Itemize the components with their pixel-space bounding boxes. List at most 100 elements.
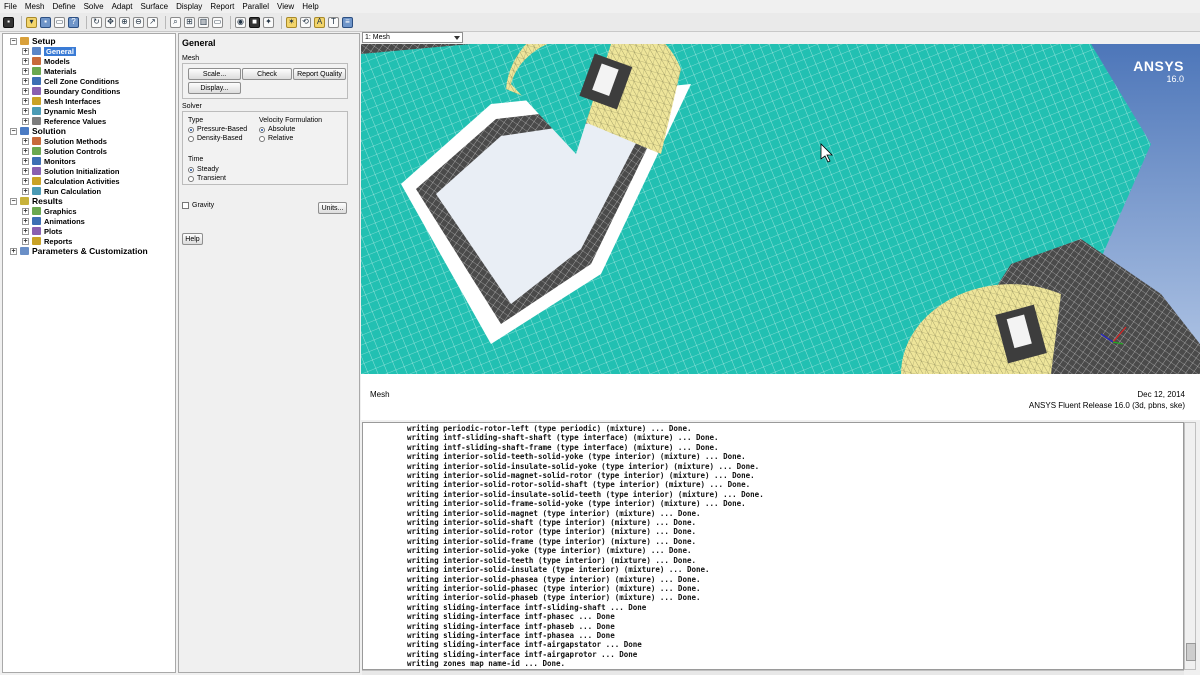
console-vertical-scrollbar[interactable] [1184,422,1196,670]
pressure-based-radio[interactable]: Pressure-Based [188,126,247,133]
open-folder-icon[interactable]: ▾ [26,16,37,28]
tree-item-plots[interactable]: + Plots [3,226,175,236]
highlight-icon[interactable]: ✶ [286,16,297,28]
help-icon[interactable]: ? [68,16,79,28]
console-output[interactable]: writing periodic-rotor-left (type period… [362,422,1184,670]
tree-item-solution-initialization[interactable]: + Solution Initialization [3,166,175,176]
scrollbar-thumb[interactable] [1186,643,1196,661]
tree-section-results[interactable]: − Results [3,196,175,206]
collapse-icon[interactable]: − [10,197,17,205]
expand-icon[interactable]: + [22,97,29,105]
rotate-icon[interactable]: ↻ [91,16,102,28]
menu-surface[interactable]: Surface [141,2,169,11]
transient-radio[interactable]: Transient [188,175,226,182]
zoom-box-icon[interactable]: ⊕ [119,16,130,28]
pan-icon[interactable]: ✥ [105,16,116,28]
collapse-icon[interactable]: − [10,37,17,45]
camera-icon[interactable]: ◉ [235,16,246,28]
expand-icon[interactable]: + [22,107,29,115]
graphics-window-select[interactable]: 1: Mesh [362,32,463,43]
tree-item-monitors[interactable]: + Monitors [3,156,175,166]
expand-icon[interactable]: + [22,237,29,245]
annotate-icon[interactable]: T [328,16,339,28]
expand-icon[interactable]: + [22,227,29,235]
tree-item-models[interactable]: + Models [3,56,175,66]
steady-radio[interactable]: Steady [188,166,219,173]
layout-icon[interactable]: ▥ [198,16,209,28]
tree-item-icon [32,167,41,175]
tree-item-mesh-interfaces[interactable]: + Mesh Interfaces [3,96,175,106]
collapse-icon[interactable]: − [10,127,17,135]
console-horizontal-scrollbar[interactable] [362,670,1184,675]
absolute-radio[interactable]: Absolute [259,126,295,133]
menu-solve[interactable]: Solve [84,2,104,11]
tree-item-icon [32,217,41,225]
display-color-icon[interactable]: ■ [249,16,260,28]
expand-icon[interactable]: + [22,177,29,185]
expand-icon[interactable]: + [22,167,29,175]
relative-radio[interactable]: Relative [259,135,293,142]
check-button[interactable]: Check [242,68,292,80]
tree-section-parameters-customization[interactable]: + Parameters & Customization [3,246,175,256]
tree-item-general[interactable]: + General [3,46,175,56]
expand-icon[interactable]: + [22,67,29,75]
menu-adapt[interactable]: Adapt [112,2,133,11]
menu-mesh[interactable]: Mesh [25,2,45,11]
expand-icon[interactable]: + [10,247,17,255]
fit-to-window-icon[interactable]: ⌕ [170,16,181,28]
graphics-window-select-value: 1: Mesh [365,34,390,41]
lights-icon[interactable]: ✦ [263,16,274,28]
tree-item-animations[interactable]: + Animations [3,216,175,226]
tree-item-run-calculation[interactable]: + Run Calculation [3,186,175,196]
expand-icon[interactable]: + [22,137,29,145]
tree-item-cell-zone-conditions[interactable]: + Cell Zone Conditions [3,76,175,86]
menu-define[interactable]: Define [52,2,75,11]
tree-item-solution-methods[interactable]: + Solution Methods [3,136,175,146]
menu-report[interactable]: Report [210,2,234,11]
menu-help[interactable]: Help [302,2,318,11]
tree-section-solution[interactable]: − Solution [3,126,175,136]
menu-view[interactable]: View [277,2,294,11]
menu-parallel[interactable]: Parallel [242,2,269,11]
grid-icon[interactable]: ≡ [342,16,353,28]
units-button[interactable]: Units... [318,202,347,214]
view-select-icon[interactable]: ▭ [212,16,223,28]
expand-icon[interactable]: + [22,117,29,125]
menu-file[interactable]: File [4,2,17,11]
expand-icon[interactable]: + [22,47,29,55]
expand-icon[interactable]: + [22,87,29,95]
scale-button[interactable]: Scale... [188,68,241,80]
save-icon[interactable]: ▪ [40,16,51,28]
expand-icon[interactable]: + [22,57,29,65]
expand-icon[interactable]: + [22,77,29,85]
zoom-to-area-icon[interactable]: ⊞ [184,16,195,28]
expand-icon[interactable]: + [22,147,29,155]
expand-icon[interactable]: + [22,217,29,225]
refresh-icon[interactable]: ⟲ [300,16,311,28]
help-button[interactable]: Help [182,233,203,245]
tree-item-solution-controls[interactable]: + Solution Controls [3,146,175,156]
expand-icon[interactable]: + [22,187,29,195]
menu-display[interactable]: Display [176,2,202,11]
tree-item-graphics[interactable]: + Graphics [3,206,175,216]
tree-item-label: Plots [44,226,63,236]
tree-item-dynamic-mesh[interactable]: + Dynamic Mesh [3,106,175,116]
tree-item-calculation-activities[interactable]: + Calculation Activities [3,176,175,186]
tree-item-reports[interactable]: + Reports [3,236,175,246]
graphics-viewport[interactable]: ANSYS 16.0 [361,44,1200,374]
gravity-checkbox[interactable]: Gravity [182,202,214,209]
probe-icon[interactable]: ↗ [147,16,158,28]
report-quality-button[interactable]: Report Quality [293,68,346,80]
tree-item-materials[interactable]: + Materials [3,66,175,76]
tree-section-setup[interactable]: − Setup [3,36,175,46]
display-button[interactable]: Display... [188,82,241,94]
zoom-icon[interactable]: ⊖ [133,16,144,28]
expand-icon[interactable]: + [22,207,29,215]
panel-toggle-icon[interactable]: ▪ [3,16,14,28]
expand-icon[interactable]: + [22,157,29,165]
axes-icon[interactable]: A [314,16,325,28]
density-based-radio[interactable]: Density-Based [188,135,243,142]
print-icon[interactable]: ▭ [54,16,65,28]
tree-item-boundary-conditions[interactable]: + Boundary Conditions [3,86,175,96]
tree-item-reference-values[interactable]: + Reference Values [3,116,175,126]
